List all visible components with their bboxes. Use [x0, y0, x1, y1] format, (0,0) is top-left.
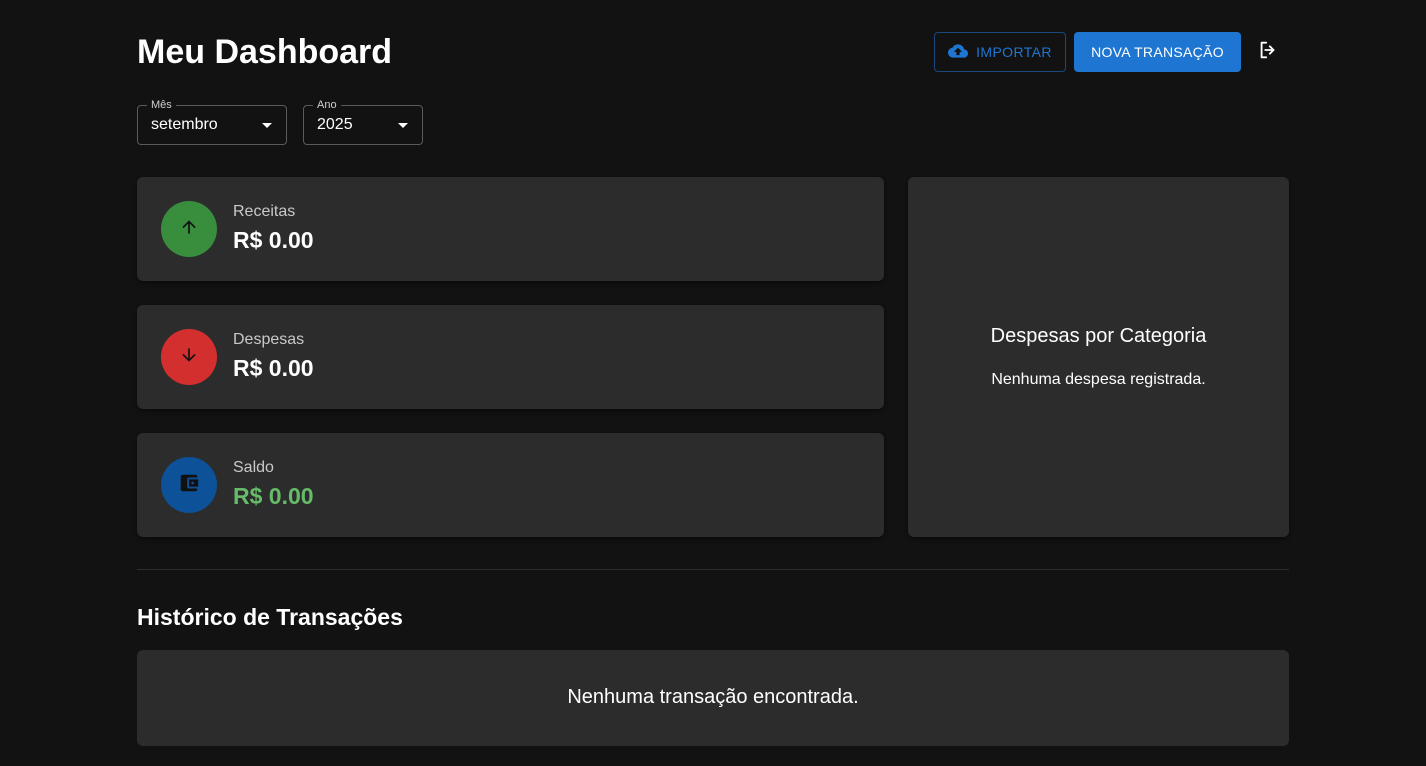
logout-icon	[1257, 39, 1279, 66]
expenses-card: Despesas R$ 0.00	[137, 305, 884, 409]
history-empty-message: Nenhuma transação encontrada.	[567, 686, 859, 708]
dashboard-container: Meu Dashboard IMPORTAR NOVA TRANSAÇÃO Mê…	[137, 0, 1289, 766]
category-empty-message: Nenhuma despesa registrada.	[991, 371, 1206, 388]
caret-down-icon	[398, 123, 408, 128]
income-card: Receitas R$ 0.00	[137, 177, 884, 281]
new-transaction-button[interactable]: NOVA TRANSAÇÃO	[1074, 32, 1241, 72]
year-select-value: 2025	[317, 116, 353, 133]
dashboard-header: Meu Dashboard IMPORTAR NOVA TRANSAÇÃO	[137, 28, 1289, 76]
arrow-down-icon	[179, 345, 199, 370]
expenses-value: R$ 0.00	[233, 355, 314, 381]
balance-label: Saldo	[233, 459, 274, 476]
wallet-icon	[178, 472, 200, 499]
transaction-history-card: Nenhuma transação encontrada.	[137, 650, 1289, 746]
month-select-label: Mês	[147, 98, 176, 112]
balance-value: R$ 0.00	[233, 483, 314, 509]
expenses-icon-circle	[161, 329, 217, 385]
category-chart-title: Despesas por Categoria	[990, 325, 1207, 347]
history-title: Histórico de Transações	[137, 604, 403, 630]
section-divider	[137, 569, 1289, 570]
new-transaction-button-label: NOVA TRANSAÇÃO	[1091, 44, 1224, 60]
page-title: Meu Dashboard	[137, 33, 393, 71]
income-value: R$ 0.00	[233, 227, 314, 253]
month-select[interactable]: Mês setembro	[137, 98, 287, 145]
income-label: Receitas	[233, 203, 296, 220]
year-select-label: Ano	[313, 98, 341, 112]
balance-icon-circle	[161, 457, 217, 513]
income-icon-circle	[161, 201, 217, 257]
import-button[interactable]: IMPORTAR	[934, 32, 1066, 72]
year-select[interactable]: Ano 2025	[303, 98, 423, 145]
expenses-by-category-card: Despesas por Categoria Nenhuma despesa r…	[908, 177, 1289, 537]
balance-card: Saldo R$ 0.00	[137, 433, 884, 537]
expenses-label: Despesas	[233, 331, 305, 348]
caret-down-icon	[262, 123, 272, 128]
arrow-up-icon	[179, 217, 199, 242]
logout-button[interactable]	[1255, 40, 1281, 64]
month-select-value: setembro	[151, 116, 218, 133]
cloud-upload-icon	[948, 41, 969, 64]
import-button-label: IMPORTAR	[976, 44, 1052, 60]
